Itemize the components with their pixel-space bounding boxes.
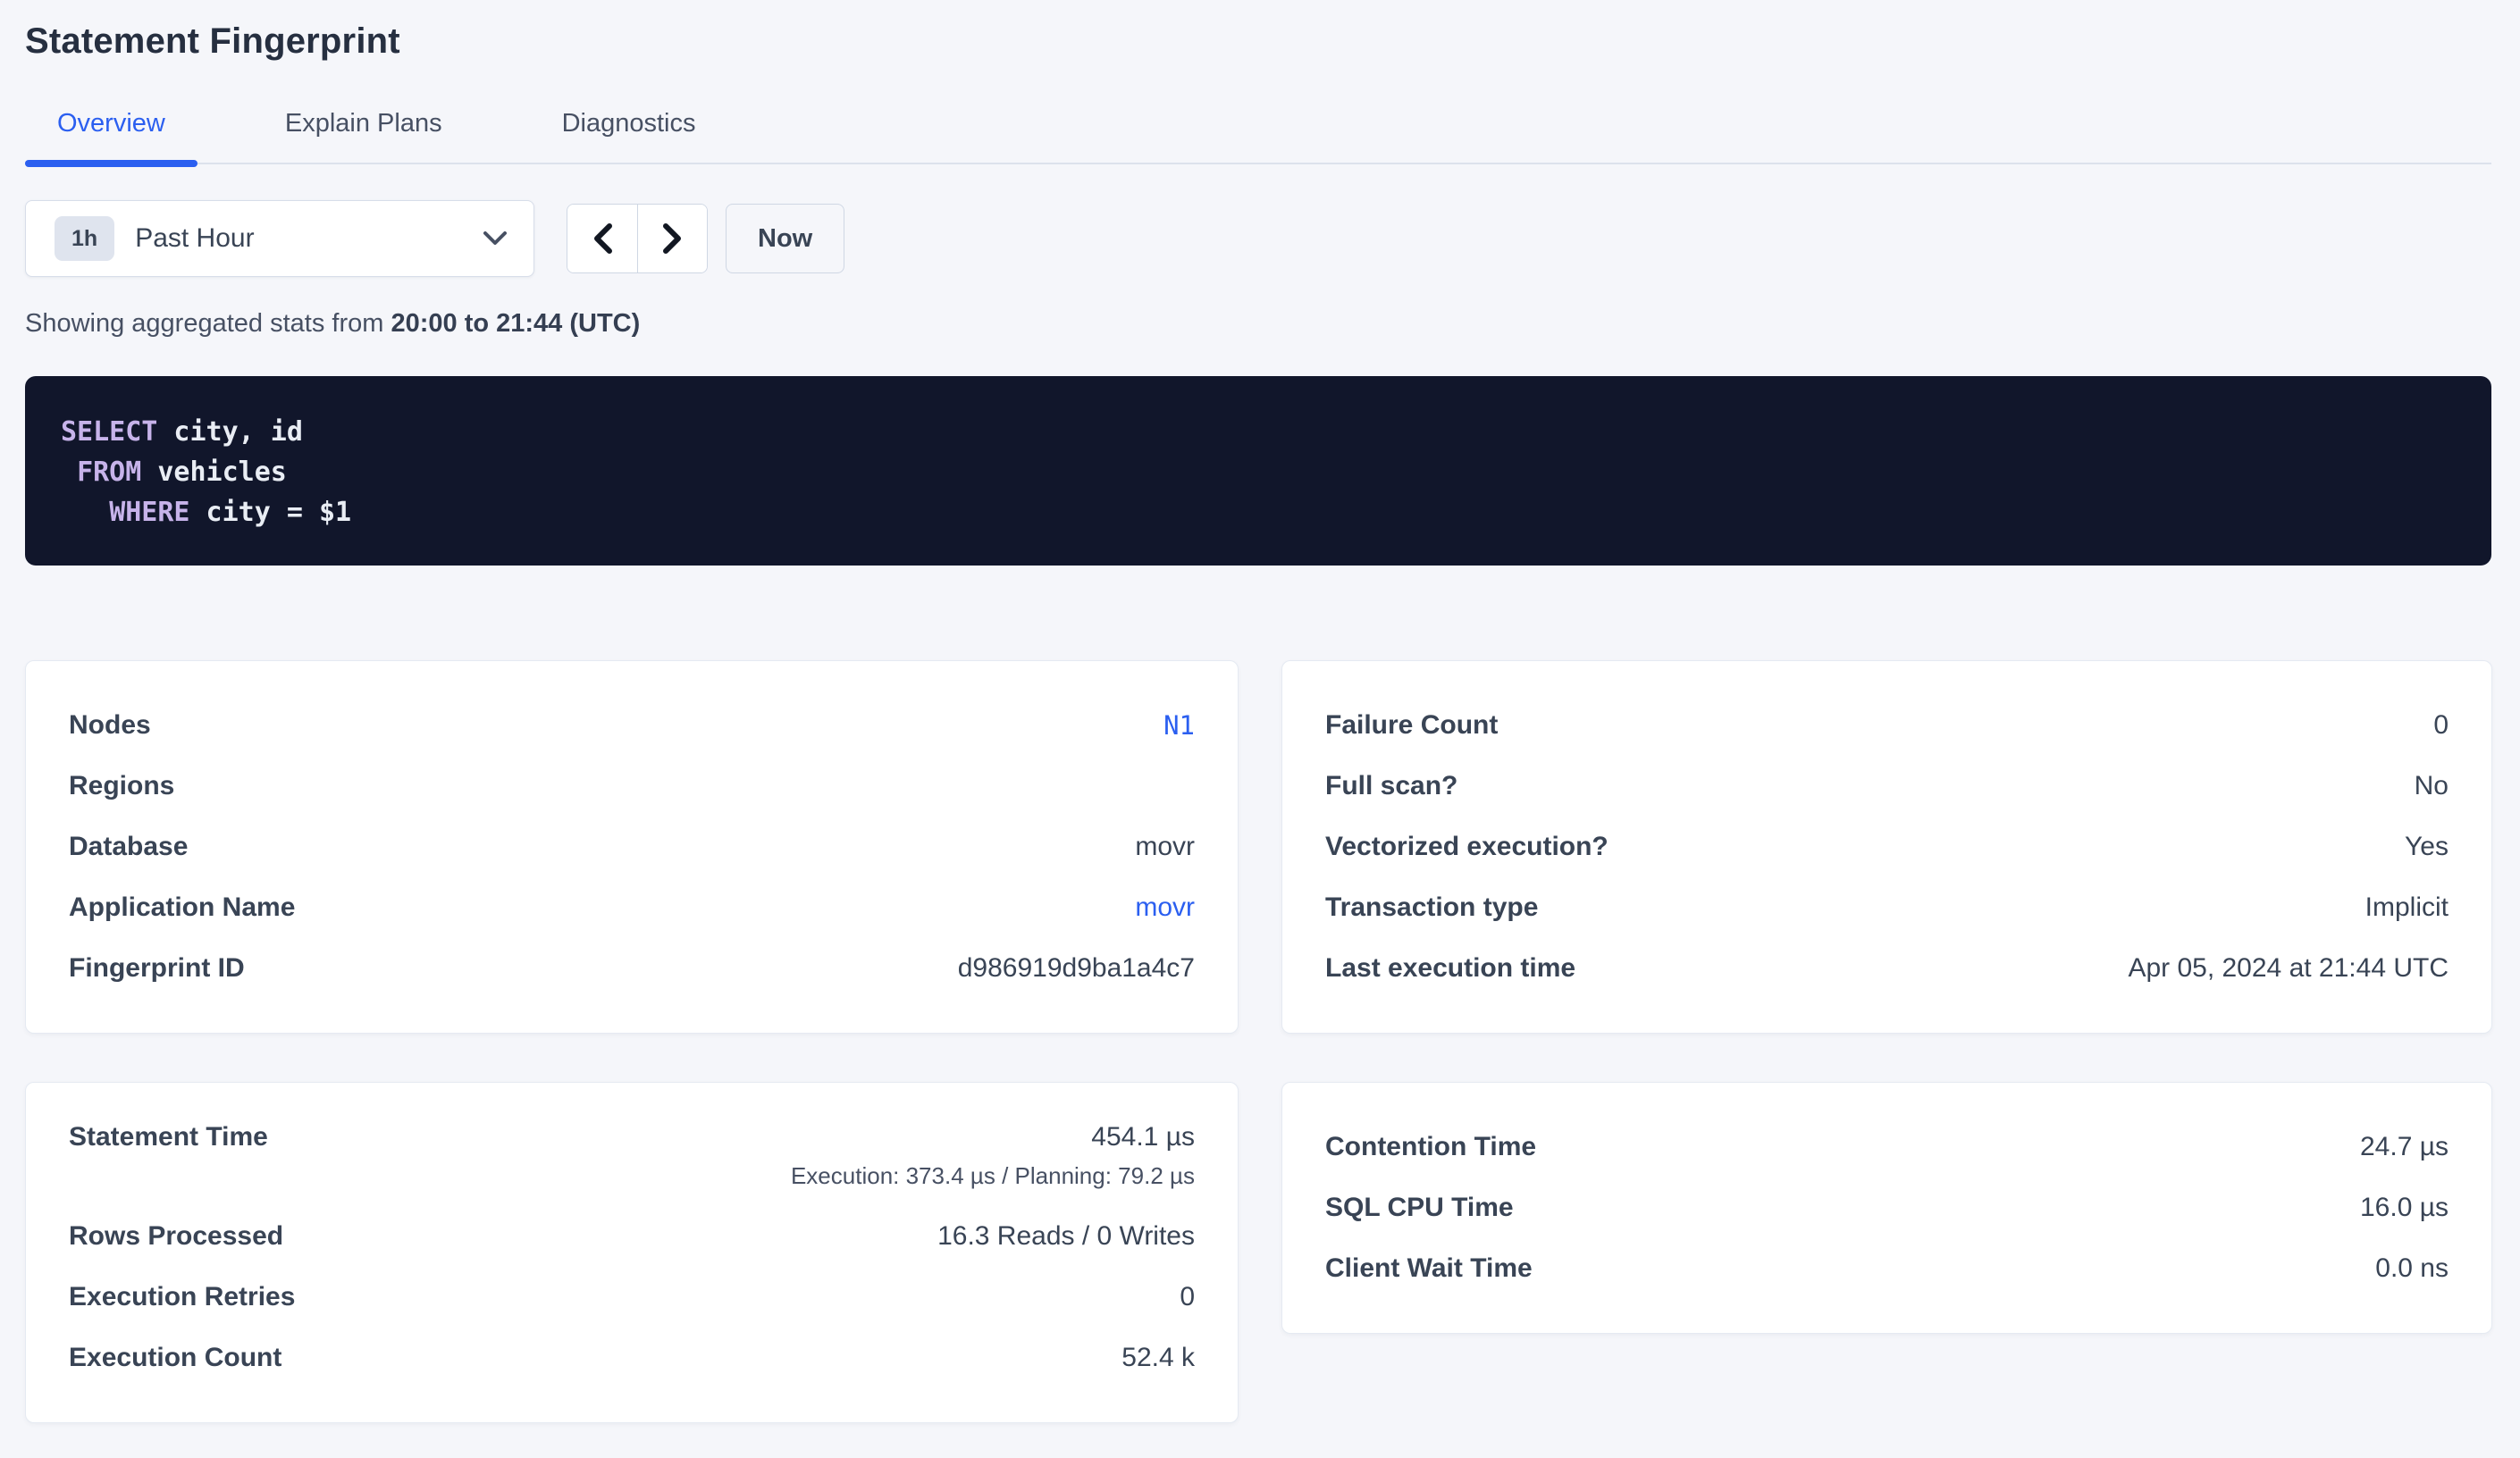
row-label: Failure Count [1325, 710, 1498, 741]
sql-keyword: FROM [77, 457, 141, 488]
statement-details-card: Nodes N1 Regions Database movr Applicati… [25, 660, 1239, 1034]
page-title: Statement Fingerprint [25, 20, 2491, 63]
statement-time-breakdown: Execution: 373.4 µs / Planning: 79.2 µs [791, 1158, 1195, 1194]
sql-text: vehicles [141, 457, 287, 488]
statement-time-value: 454.1 µs [791, 1117, 1195, 1158]
execution-attributes-card: Failure Count 0 Full scan? No Vectorized… [1281, 660, 2492, 1034]
sql-line-3: WHERE city = $1 [61, 492, 2456, 532]
row-label: Full scan? [1325, 771, 1457, 801]
chevron-down-icon [483, 231, 507, 246]
detail-row-database: Database movr [69, 817, 1195, 877]
time-range-label: Past Hour [135, 223, 483, 254]
aggregation-range-value: 20:00 to 21:44 (UTC) [391, 309, 640, 338]
row-value: 16.0 µs [2360, 1193, 2449, 1223]
row-label: Client Wait Time [1325, 1253, 1533, 1284]
row-value: 24.7 µs [2360, 1132, 2449, 1162]
row-label: Nodes [69, 710, 151, 741]
row-value: 52.4 k [1121, 1343, 1195, 1373]
row-value: 0 [1180, 1282, 1195, 1312]
row-label: Rows Processed [69, 1221, 283, 1252]
row-label: Execution Count [69, 1343, 281, 1373]
row-value: No [2415, 771, 2449, 801]
tab-diagnostics[interactable]: Diagnostics [530, 107, 728, 163]
sql-line-1: SELECT city, id [61, 412, 2456, 452]
time-controls: 1h Past Hour Now [25, 200, 2491, 277]
detail-row-sql-cpu-time: SQL CPU Time 16.0 µs [1325, 1177, 2449, 1238]
statement-stats-card: Statement Time 454.1 µs Execution: 373.4… [25, 1082, 1239, 1423]
sql-text: city = $1 [190, 497, 352, 528]
row-label: Application Name [69, 892, 295, 923]
row-value: Implicit [2365, 892, 2449, 923]
row-value: Yes [2405, 832, 2449, 862]
detail-row-rows-processed: Rows Processed 16.3 Reads / 0 Writes [69, 1206, 1195, 1267]
sql-keyword: WHERE [109, 497, 189, 528]
tab-overview[interactable]: Overview [25, 107, 197, 163]
sql-keyword: SELECT [61, 416, 157, 448]
row-label: Transaction type [1325, 892, 1538, 923]
detail-row-last-execution-time: Last execution time Apr 05, 2024 at 21:4… [1325, 938, 2449, 999]
application-name-link[interactable]: movr [1135, 892, 1195, 923]
row-label: Contention Time [1325, 1132, 1536, 1162]
detail-row-fingerprint-id: Fingerprint ID d986919d9ba1a4c7 [69, 938, 1195, 999]
summary-cards: Nodes N1 Regions Database movr Applicati… [25, 660, 2491, 1423]
statement-fingerprint-page: Statement Fingerprint Overview Explain P… [0, 20, 2520, 1423]
statement-time-values: 454.1 µs Execution: 373.4 µs / Planning:… [791, 1117, 1195, 1194]
row-label: Fingerprint ID [69, 953, 245, 984]
sql-line-2: FROM vehicles [61, 452, 2456, 492]
detail-row-full-scan: Full scan? No [1325, 756, 2449, 817]
row-label: Execution Retries [69, 1282, 295, 1312]
detail-row-vectorized: Vectorized execution? Yes [1325, 817, 2449, 877]
row-label: Vectorized execution? [1325, 832, 1609, 862]
next-time-range-button[interactable] [637, 205, 707, 272]
row-label: Statement Time [69, 1117, 268, 1158]
row-value: movr [1135, 832, 1195, 862]
row-value: d986919d9ba1a4c7 [958, 953, 1195, 984]
row-value: 0.0 ns [2375, 1253, 2449, 1284]
prev-time-range-button[interactable] [567, 205, 637, 272]
detail-row-application-name: Application Name movr [69, 877, 1195, 938]
now-button[interactable]: Now [726, 204, 844, 273]
row-label: Last execution time [1325, 953, 1575, 984]
row-label: Regions [69, 771, 174, 801]
sql-indent [61, 457, 77, 488]
detail-row-execution-count: Execution Count 52.4 k [69, 1328, 1195, 1388]
sql-statement-box: SELECT city, id FROM vehicles WHERE city… [25, 376, 2491, 566]
detail-row-regions: Regions [69, 756, 1195, 817]
sql-text: city, id [157, 416, 303, 448]
time-range-badge: 1h [55, 216, 114, 261]
aggregation-range-prefix: Showing aggregated stats from [25, 309, 383, 338]
row-value: 0 [2433, 710, 2449, 741]
detail-row-statement-time: Statement Time 454.1 µs Execution: 373.4… [69, 1117, 1195, 1206]
chevron-right-icon [663, 223, 683, 254]
row-label: SQL CPU Time [1325, 1193, 1514, 1223]
nodes-link[interactable]: N1 [1163, 710, 1195, 741]
time-range-selector[interactable]: 1h Past Hour [25, 200, 534, 277]
tab-bar: Overview Explain Plans Diagnostics [25, 107, 2491, 164]
timing-card: Contention Time 24.7 µs SQL CPU Time 16.… [1281, 1082, 2492, 1334]
row-value: 16.3 Reads / 0 Writes [937, 1221, 1195, 1252]
detail-row-contention-time: Contention Time 24.7 µs [1325, 1117, 2449, 1177]
detail-row-execution-retries: Execution Retries 0 [69, 1267, 1195, 1328]
tab-explain-plans[interactable]: Explain Plans [253, 107, 475, 163]
detail-row-client-wait-time: Client Wait Time 0.0 ns [1325, 1238, 2449, 1299]
time-range-nav [567, 204, 708, 273]
chevron-left-icon [592, 223, 612, 254]
sql-indent [61, 497, 109, 528]
row-value: Apr 05, 2024 at 21:44 UTC [2128, 953, 2449, 984]
row-label: Database [69, 832, 188, 862]
detail-row-nodes: Nodes N1 [69, 695, 1195, 756]
detail-row-transaction-type: Transaction type Implicit [1325, 877, 2449, 938]
aggregation-range-text: Showing aggregated stats from 20:00 to 2… [25, 309, 2491, 339]
detail-row-failure-count: Failure Count 0 [1325, 695, 2449, 756]
